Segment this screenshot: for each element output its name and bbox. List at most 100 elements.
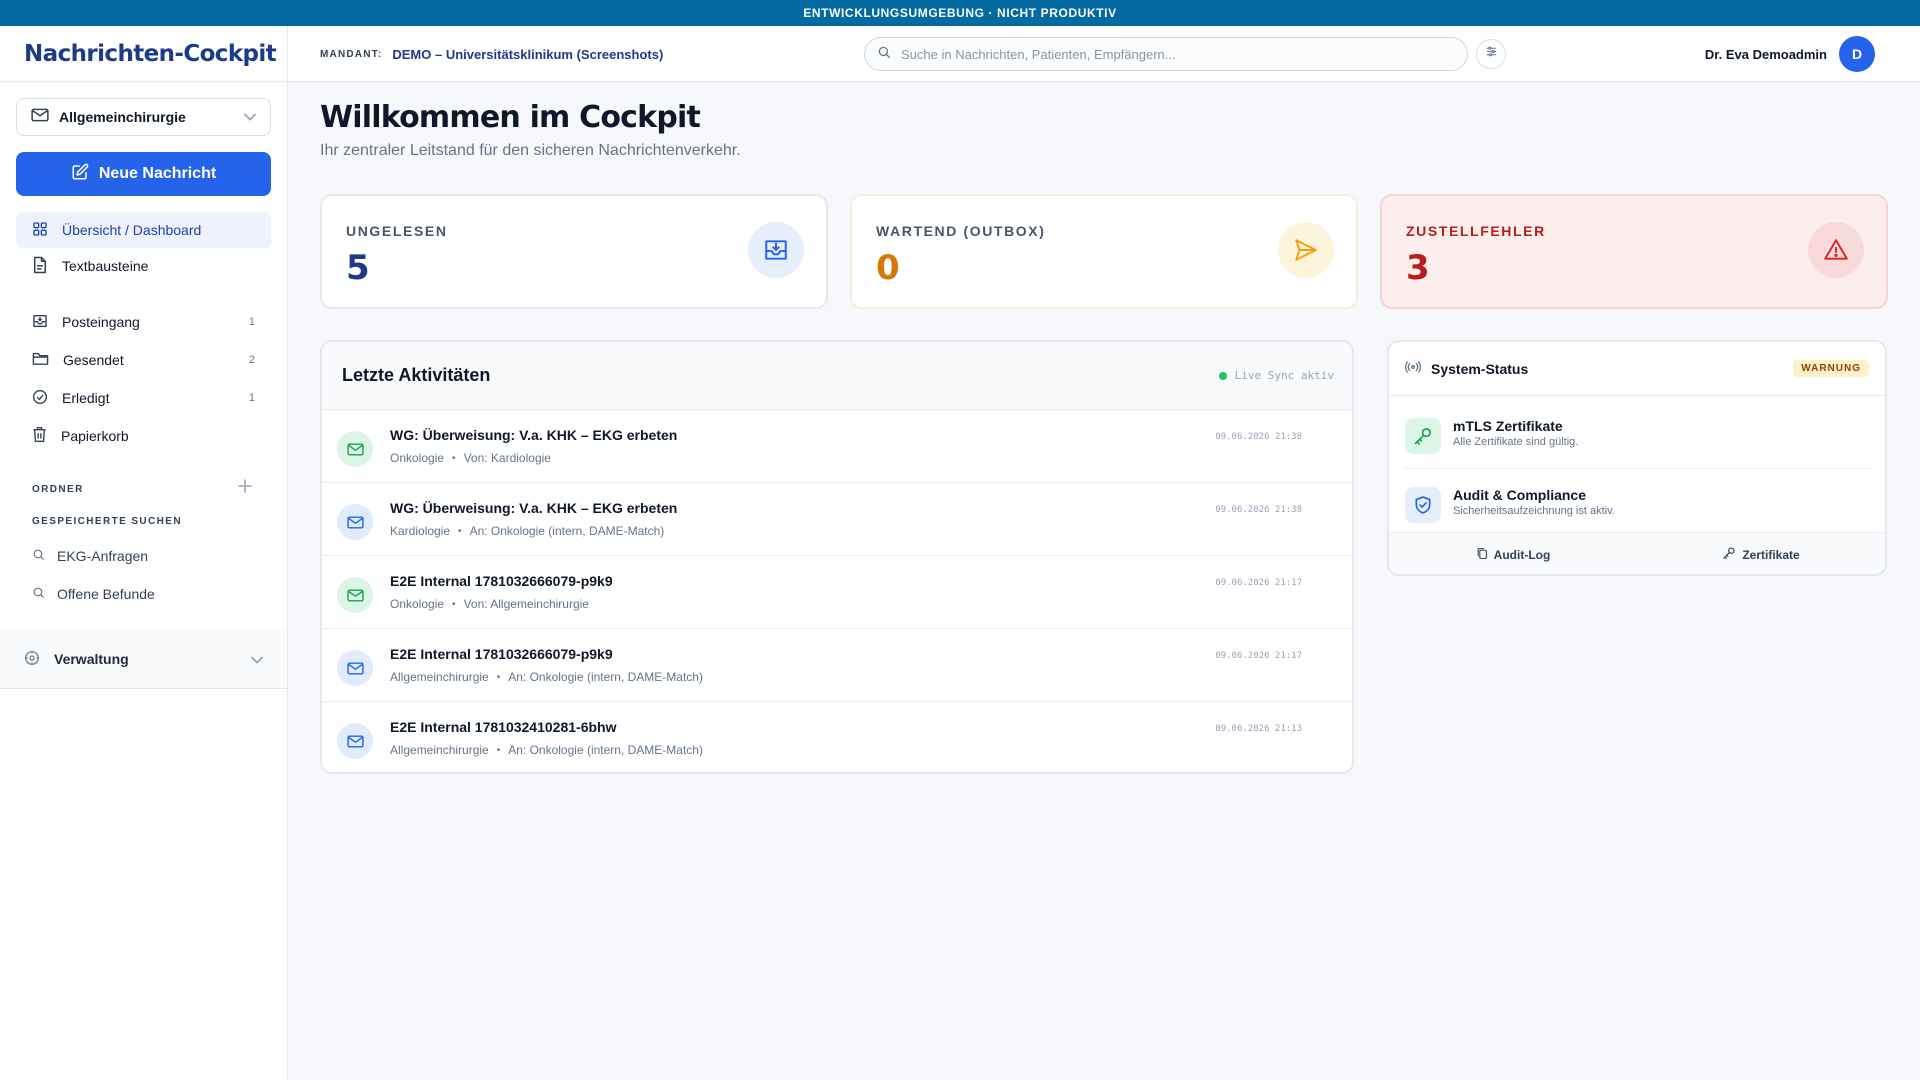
status-header: System-Status WARNUNG (1389, 342, 1885, 396)
nav-label: Posteingang (62, 314, 140, 330)
stat-value: 5 (346, 248, 370, 288)
avatar[interactable]: D (1839, 36, 1875, 72)
new-message-button[interactable]: Neue Nachricht (16, 152, 271, 196)
activity-org: Onkologie (390, 451, 445, 465)
activity-subject: E2E Internal 1781032410281-6bhw (390, 719, 617, 735)
nav-item-erledigt[interactable]: Erledigt 1 (16, 380, 271, 416)
mandant-info: MANDANT: DEMO – Universitätsklinikum (Sc… (320, 26, 663, 82)
activity-meta: Kardiologie • An: Onkologie (intern, DAME-… (390, 524, 665, 538)
mandant-value[interactable]: DEMO – Universitätsklinikum (Screenshots… (392, 47, 663, 62)
saved-search-label: Offene Befunde (57, 586, 155, 602)
nav-item-dashboard[interactable]: Übersicht / Dashboard (16, 212, 271, 248)
status-item-audit[interactable]: Audit & Compliance Sicherheitsaufzeichnu… (1405, 475, 1871, 535)
activity-meta: Allgemeinchirurgie • An: Onkologie (intern… (390, 670, 703, 684)
activity-subject: E2E Internal 1781032666079-p9k9 (390, 646, 613, 662)
certificates-link[interactable]: Zertifikate (1637, 533, 1885, 574)
activity-time: 09.06.2026 21:17 (1215, 578, 1302, 588)
settings-icon (24, 650, 40, 669)
page-subtitle: Ihr zentraler Leitstand für den sicheren… (320, 142, 741, 159)
nav-item-posteingang[interactable]: Posteingang 1 (16, 304, 271, 340)
activity-detail: An: Onkologie (intern, DAME-Match) (508, 743, 703, 757)
status-divider (1405, 468, 1871, 469)
item-count: 2 (248, 354, 255, 366)
audit-log-label: Audit-Log (1493, 547, 1551, 562)
activity-time: 09.06.2026 21:13 (1215, 724, 1302, 734)
status-item-title: Audit & Compliance (1453, 487, 1587, 503)
system-status-panel: System-Status WARNUNG mTLS Zertifikate A… (1387, 340, 1887, 576)
app-logo[interactable]: Nachrichten-Cockpit (24, 41, 277, 67)
activity-row[interactable]: WG: Überweisung: V.a. KHK – EKG erbeten … (322, 483, 1352, 556)
document-icon (32, 256, 48, 277)
stat-label: WARTEND (OUTBOX) (876, 223, 1046, 239)
nav-item-papierkorb[interactable]: Papierkorb (16, 418, 271, 454)
activity-row[interactable]: E2E Internal 1781032666079-p9k9 Allgemei… (322, 629, 1352, 702)
nav-item-textbausteine[interactable]: Textbausteine (16, 248, 271, 284)
stat-card-delivery-errors[interactable]: ZUSTELLFEHLER 3 (1380, 194, 1888, 309)
search-filter-button[interactable] (1476, 39, 1506, 69)
grid-icon (32, 221, 48, 240)
sliders-icon (1485, 45, 1498, 63)
activity-org: Kardiologie (390, 524, 451, 538)
folders-section-label: ORDNER (32, 484, 84, 495)
audit-log-link[interactable]: Audit-Log (1389, 533, 1637, 574)
nav-label: Erledigt (62, 390, 110, 406)
environment-banner: ENTWICKLUNGSUMGEBUNG · NICHT PRODUKTIV (0, 0, 1920, 26)
activity-detail: Von: Kardiologie (463, 451, 551, 465)
certificates-label: Zertifikate (1742, 547, 1800, 562)
activity-subject: E2E Internal 1781032666079-p9k9 (390, 573, 613, 589)
activity-org: Allgemeinchirurgie (390, 670, 489, 684)
saved-search-item[interactable]: Offene Befunde (16, 579, 271, 609)
activity-row[interactable]: E2E Internal 1781032666079-p9k9 Onkologi… (322, 556, 1352, 629)
admin-section-toggle[interactable]: Verwaltung (0, 630, 287, 688)
activity-title: Letzte Aktivitäten (342, 365, 491, 385)
copy-icon (1476, 547, 1488, 563)
inbox-tray-icon (748, 222, 804, 278)
global-search[interactable] (864, 37, 1468, 71)
activity-row[interactable]: E2E Internal 1781032410281-6bhw Allgemei… (322, 702, 1352, 772)
stat-card-outbox[interactable]: WARTEND (OUTBOX) 0 (850, 194, 1358, 309)
mailbox-selector[interactable]: Allgemeinchirurgie (16, 98, 271, 136)
add-folder-button[interactable] (235, 478, 255, 498)
shield-check-icon (1405, 487, 1441, 523)
nav-item-gesendet[interactable]: Gesendet 2 (16, 342, 271, 378)
activity-meta: Allgemeinchirurgie • An: Onkologie (intern… (390, 743, 703, 757)
mail-icon (31, 108, 49, 127)
key-icon (1405, 418, 1441, 454)
status-badge: WARNUNG (1793, 360, 1869, 377)
search-icon (877, 45, 891, 64)
saved-search-item[interactable]: EKG-Anfragen (16, 541, 271, 571)
broadcast-icon (1404, 360, 1422, 378)
search-input[interactable] (901, 46, 1421, 62)
activity-row[interactable]: WG: Überweisung: V.a. KHK – EKG erbeten … (322, 410, 1352, 483)
nav-label: Textbausteine (62, 258, 149, 274)
activity-detail: An: Onkologie (intern, DAME-Match) (508, 670, 703, 684)
mail-in-icon (337, 577, 373, 613)
status-item-mtls[interactable]: mTLS Zertifikate Alle Zertifikate sind g… (1405, 406, 1871, 466)
new-message-label: Neue Nachricht (98, 165, 217, 182)
status-footer: Audit-Log Zertifikate (1389, 532, 1885, 574)
activity-header: Letzte Aktivitäten Live Sync aktiv (322, 342, 1352, 410)
admin-label: Verwaltung (54, 651, 129, 667)
warning-icon (1808, 222, 1864, 278)
search-icon (32, 548, 45, 564)
activity-time: 09.06.2026 21:38 (1215, 432, 1302, 442)
folder-icon (32, 351, 49, 369)
inbox-icon (32, 313, 48, 332)
user-menu[interactable]: Dr. Eva Demoadmin D (1705, 26, 1875, 82)
mail-in-icon (337, 431, 373, 467)
page-title: Willkommen im Cockpit (320, 100, 701, 135)
live-sync-label: Live Sync aktiv (1234, 369, 1334, 382)
stat-card-unread[interactable]: UNGELESEN 5 (320, 194, 828, 309)
activity-org: Allgemeinchirurgie (390, 743, 489, 757)
nav-label: Gesendet (63, 352, 124, 368)
activity-time: 09.06.2026 21:17 (1215, 651, 1302, 661)
live-status-dot (1218, 371, 1227, 380)
trash-icon (32, 426, 47, 446)
stat-label: UNGELESEN (346, 223, 448, 239)
activity-meta: Onkologie • Von: Kardiologie (390, 451, 551, 465)
check-circle-icon (32, 389, 48, 408)
mail-out-icon (337, 650, 373, 686)
activity-time: 09.06.2026 21:38 (1215, 505, 1302, 515)
item-count: 1 (248, 392, 255, 404)
mail-out-icon (337, 723, 373, 759)
